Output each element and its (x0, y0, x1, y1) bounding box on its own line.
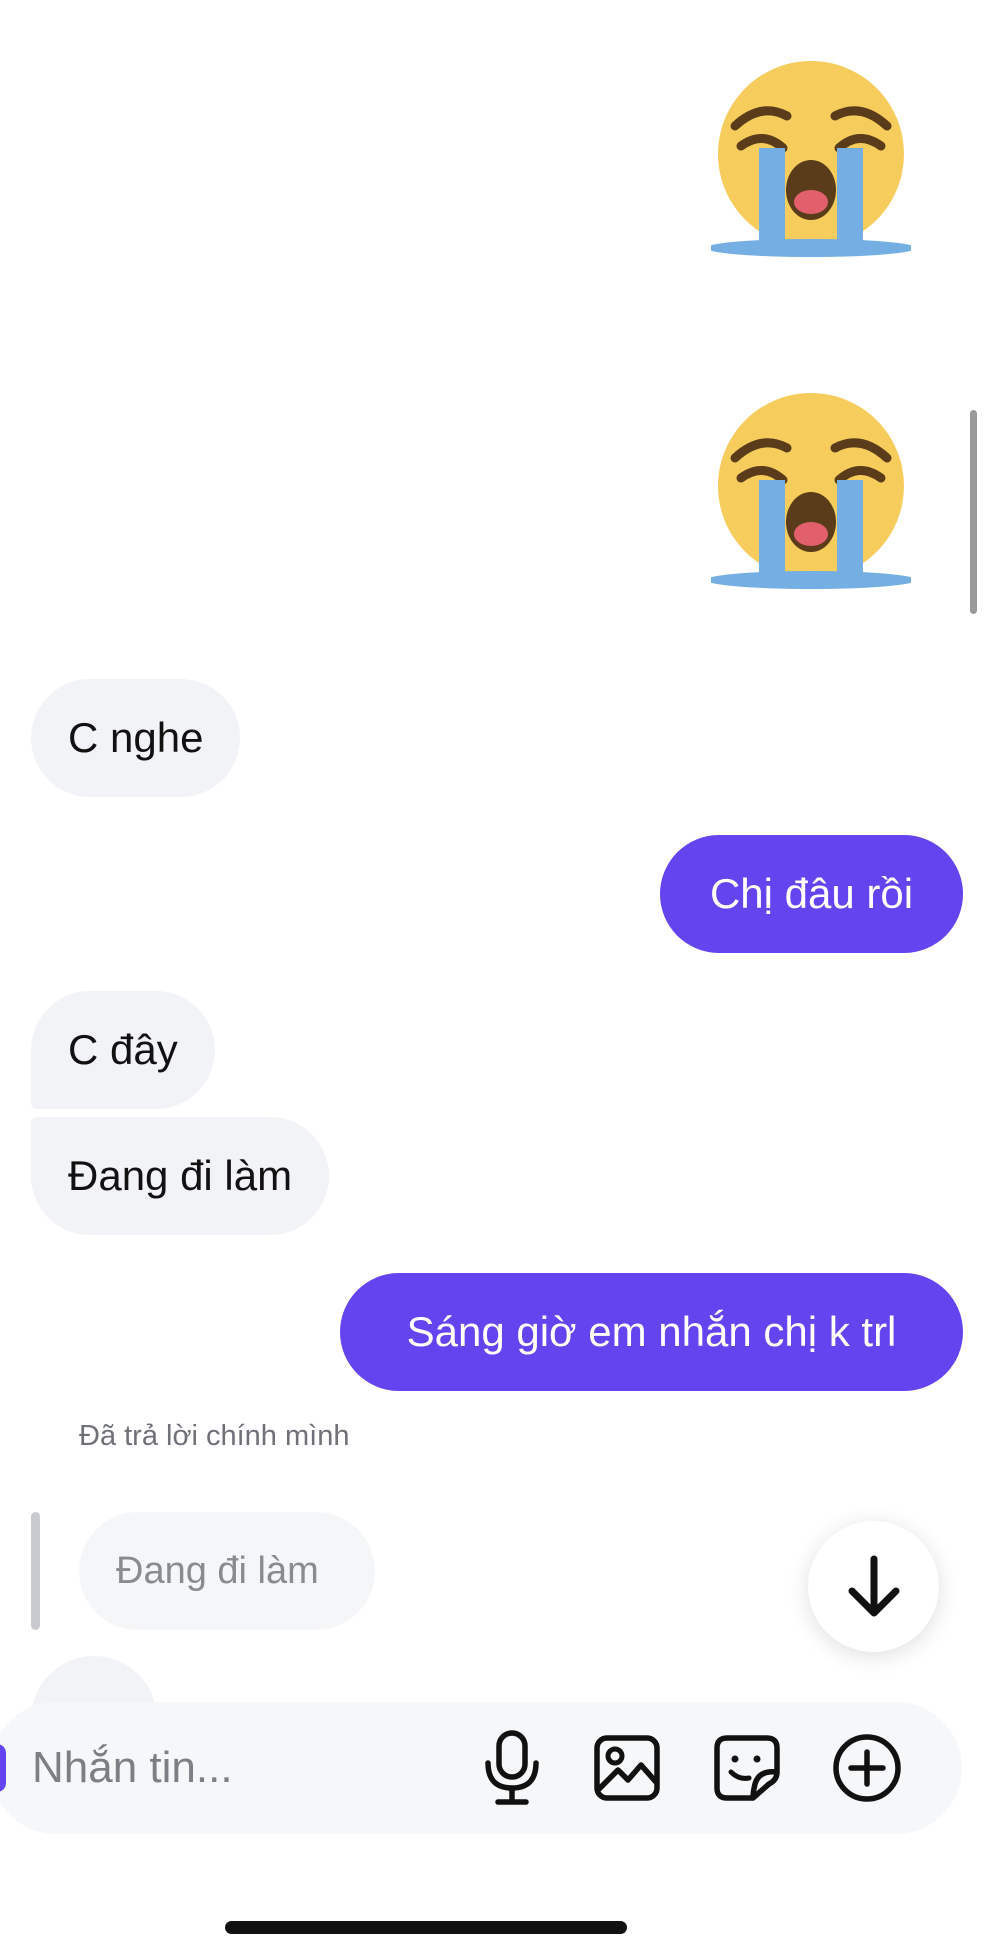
sticker-button[interactable] (705, 1726, 789, 1810)
outgoing-message[interactable]: Sáng giờ em nhắn chị k trl (340, 1273, 963, 1391)
microphone-icon (485, 1730, 539, 1805)
home-indicator (225, 1921, 627, 1934)
incoming-message[interactable]: C đây (31, 991, 215, 1109)
loudly-crying-face-icon (711, 390, 911, 590)
arrow-down-icon (848, 1555, 899, 1616)
outgoing-message[interactable]: Chị đâu rồi (660, 835, 963, 953)
reply-quote-bar (31, 1512, 40, 1630)
gallery-button[interactable] (585, 1726, 669, 1810)
voice-button[interactable] (470, 1726, 554, 1810)
sticker-icon (714, 1735, 780, 1801)
more-button[interactable] (825, 1726, 909, 1810)
plus-circle-icon (833, 1734, 901, 1802)
message-emoji[interactable] (711, 58, 911, 258)
reply-label: Đã trả lời chính mình (79, 1420, 350, 1452)
image-icon (594, 1735, 660, 1801)
scroll-to-bottom-button[interactable] (808, 1521, 939, 1652)
message-emoji[interactable] (711, 390, 911, 590)
loudly-crying-face-icon (711, 58, 911, 258)
composer-accent (0, 1744, 6, 1792)
incoming-message[interactable]: Đang đi làm (31, 1117, 330, 1235)
quoted-message[interactable]: Đang đi làm (79, 1512, 375, 1630)
incoming-message[interactable]: C nghe (31, 679, 241, 797)
scrollbar[interactable] (970, 410, 977, 614)
message-input[interactable] (32, 1735, 452, 1801)
